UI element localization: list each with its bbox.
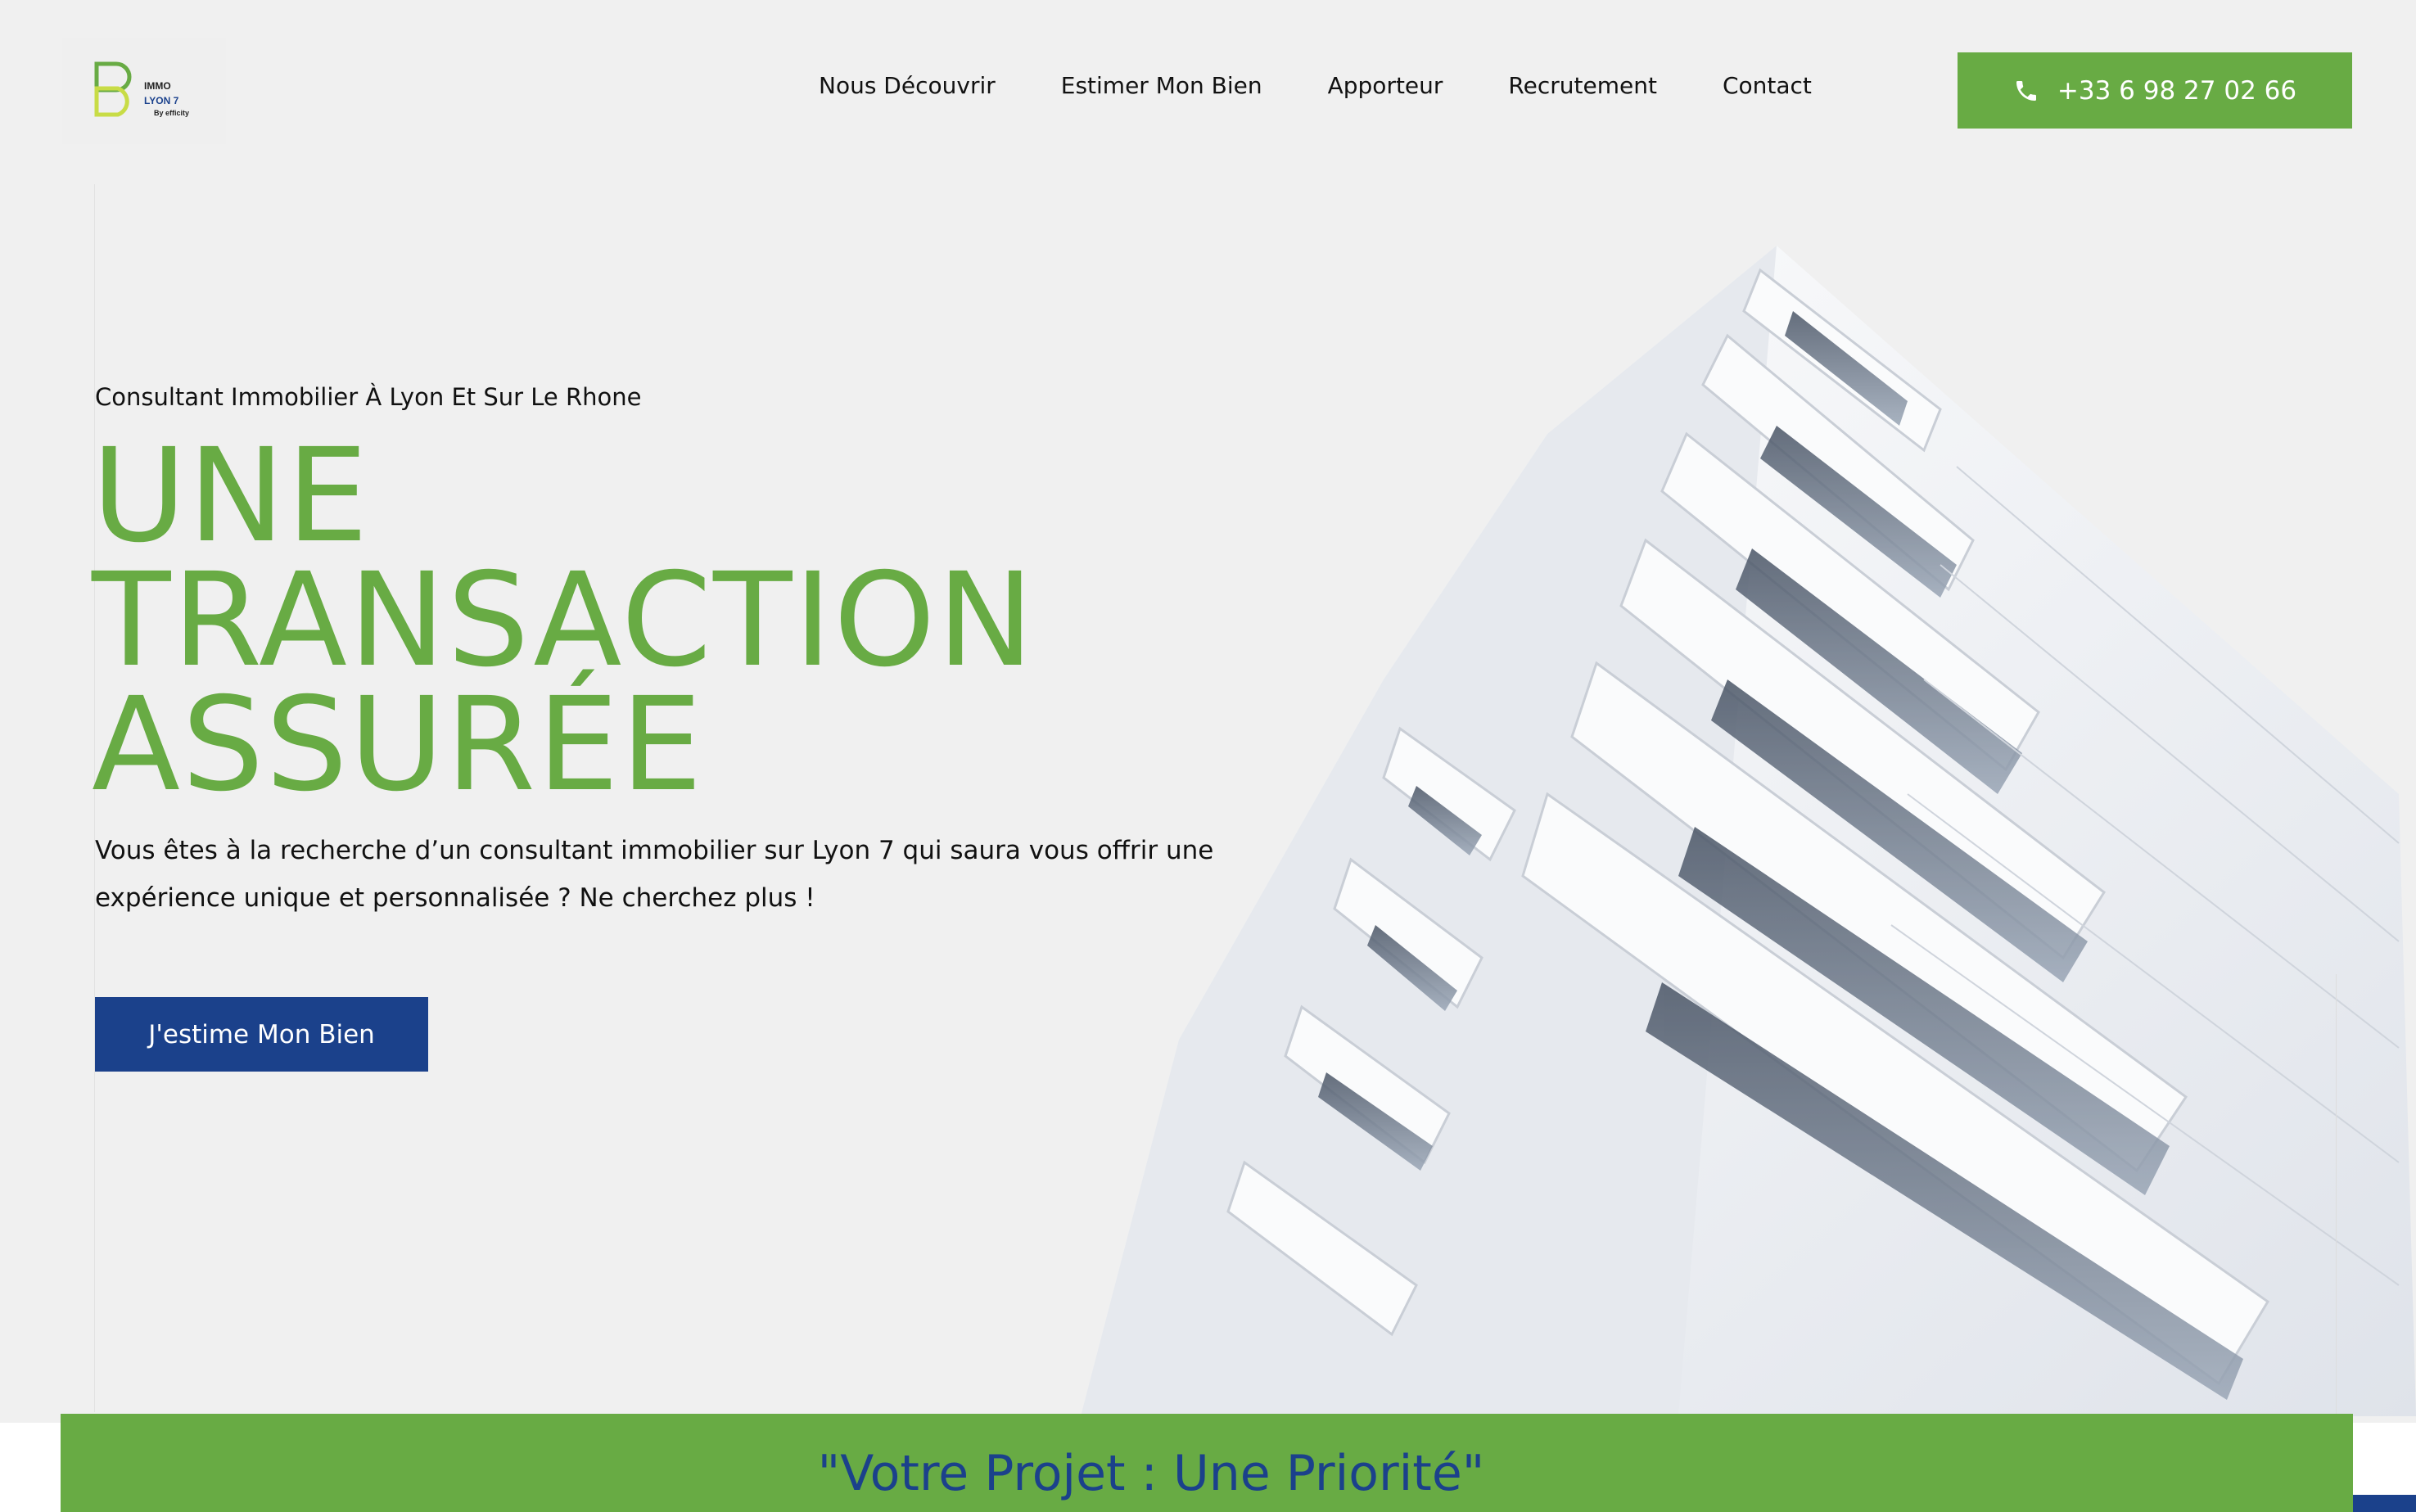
- priority-banner-text: "Votre Projet : Une Priorité": [817, 1445, 1485, 1502]
- nav-item-apporteur[interactable]: Apporteur: [1328, 72, 1443, 99]
- logo-text-immo: IMMO: [144, 80, 171, 92]
- divider-line: [2336, 974, 2337, 1416]
- main-nav: Nous Découvrir Estimer Mon Bien Apporteu…: [819, 72, 1877, 99]
- headline-line: TRANSACTION: [92, 545, 1036, 696]
- headline-line: UNE: [92, 421, 370, 571]
- phone-number: +33 6 98 27 02 66: [2057, 75, 2297, 106]
- nav-item-estimer-mon-bien[interactable]: Estimer Mon Bien: [1061, 72, 1262, 99]
- nav-item-recrutement[interactable]: Recrutement: [1508, 72, 1657, 99]
- headline-line: ASSURÉE: [92, 670, 704, 820]
- nav-item-nous-decouvrir[interactable]: Nous Découvrir: [819, 72, 996, 99]
- hero-building-image: [1056, 221, 2416, 1416]
- logo-text-by: By efficity: [154, 109, 190, 117]
- priority-banner: "Votre Projet : Une Priorité": [61, 1414, 2353, 1512]
- logo[interactable]: IMMO LYON 7 By efficity: [62, 38, 226, 144]
- hero-subtitle: Consultant Immobilier À Lyon Et Sur Le R…: [95, 383, 642, 411]
- logo-mark-icon: [94, 61, 132, 117]
- nav-item-contact[interactable]: Contact: [1723, 72, 1812, 99]
- hero-headline: UNE TRANSACTION ASSURÉE: [92, 421, 1036, 820]
- corner-accent: [2353, 1495, 2416, 1512]
- hero-description: Vous êtes à la recherche d’un consultant…: [95, 836, 1214, 913]
- phone-button[interactable]: +33 6 98 27 02 66: [1958, 52, 2352, 129]
- estimate-property-button[interactable]: J'estime Mon Bien: [95, 997, 428, 1072]
- phone-icon: [2016, 80, 2036, 101]
- logo-text-lyon: LYON 7: [144, 95, 179, 106]
